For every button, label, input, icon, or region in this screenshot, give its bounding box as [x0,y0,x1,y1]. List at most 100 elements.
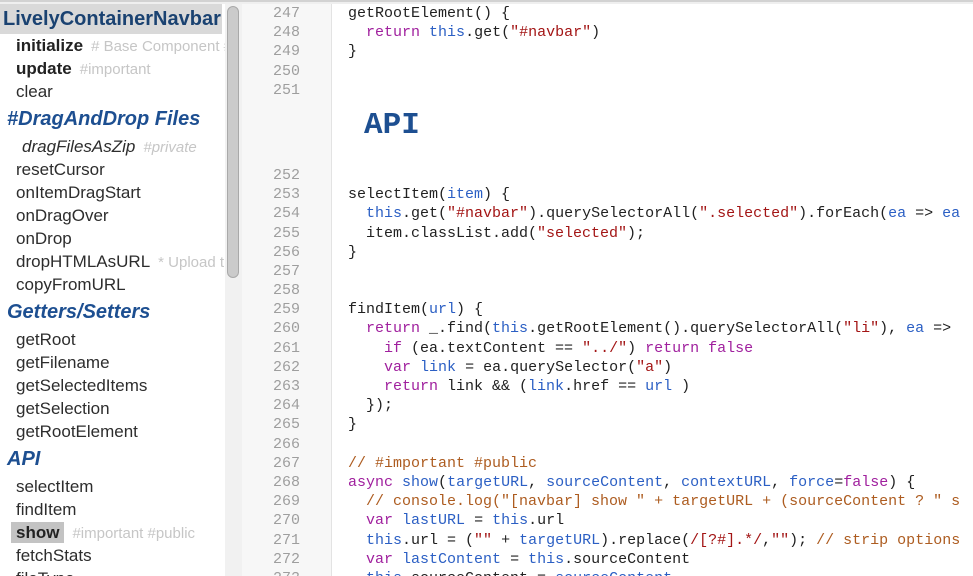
code-line[interactable]: return this.get("#navbar") [332,23,973,42]
outline-item-show[interactable]: show#important #public [0,521,225,544]
code-text: return link && (link.href == url ) [348,377,973,396]
outline-item-copyfromurl[interactable]: copyFromURL [0,273,225,296]
line-number: 269 [242,492,332,511]
outline-item-getselection[interactable]: getSelection [0,397,225,420]
code-line[interactable]: // console.log("[navbar] show " + target… [332,492,973,511]
code-line[interactable]: async show(targetURL, sourceContent, con… [332,473,973,492]
code-line[interactable]: item.classList.add("selected"); [332,224,973,243]
outline-section-getters-setters[interactable]: Getters/Setters [0,296,225,328]
item-label: getRootElement [16,422,138,441]
code-line[interactable]: } [332,42,973,61]
outline-item-onitemdragstart[interactable]: onItemDragStart [0,181,225,204]
line-number: 272 [242,550,332,569]
outline-item-clear[interactable]: clear [0,80,225,103]
code-line[interactable]: }); [332,396,973,415]
code-line[interactable]: this.url = ("" + targetURL).replace(/[?#… [332,531,973,550]
code-editor-pane[interactable]: 247getRootElement() {248 return this.get… [242,0,973,576]
outline-item-getselecteditems[interactable]: getSelectedItems [0,374,225,397]
code-row: 250 [242,62,973,81]
code-line[interactable]: var link = ea.querySelector("a") [332,358,973,377]
outline-item-ondragover[interactable]: onDragOver [0,204,225,227]
outline-item-filetype[interactable]: fileType [0,567,225,576]
item-label: resetCursor [16,160,105,179]
code-row: 260 return _.find(this.getRootElement().… [242,319,973,338]
line-number: 260 [242,319,332,338]
line-number: 268 [242,473,332,492]
code-line[interactable] [332,262,973,281]
code-text: this.url = ("" + targetURL).replace(/[?#… [348,531,973,550]
outline-section-api[interactable]: API [0,443,225,475]
outline-item-fetchstats[interactable]: fetchStats [0,544,225,567]
code-text: selectItem(item) { [348,185,973,204]
line-number: 257 [242,262,332,281]
code-row: 267// #important #public [242,454,973,473]
code-line[interactable]: findItem(url) { [332,300,973,319]
outline-item-getroot[interactable]: getRoot [0,328,225,351]
code-line[interactable]: return link && (link.href == url ) [332,377,973,396]
outline-item-finditem[interactable]: findItem [0,498,225,521]
code-row: 272 var lastContent = this.sourceContent [242,550,973,569]
item-label: API [7,448,40,470]
code-line[interactable]: if (ea.textContent == "../") return fals… [332,339,973,358]
code-line[interactable]: var lastURL = this.url [332,511,973,530]
code-row: 266 [242,435,973,454]
item-label: getFilename [16,353,110,372]
outline-item-list: initialize# Base Component #imupdate#imp… [0,34,225,576]
code-line[interactable] [332,435,973,454]
outline-item-getfilename[interactable]: getFilename [0,351,225,374]
item-label: fetchStats [16,546,92,565]
outline-item-getrootelement[interactable]: getRootElement [0,420,225,443]
outline-item-drophtmlasurl[interactable]: dropHTMLAsURL* Upload the [0,250,225,273]
code-line[interactable]: this.sourceContent = sourceContent [332,569,973,576]
item-tag: #private [143,139,196,156]
outline-item-ondrop[interactable]: onDrop [0,227,225,250]
code-row: 247getRootElement() { [242,4,973,23]
code-line[interactable]: this.get("#navbar").querySelectorAll(".s… [332,204,973,223]
sidebar-scrollbar-thumb[interactable] [227,6,239,278]
code-line[interactable] [332,166,973,185]
code-line[interactable] [332,81,973,100]
code-text: this.get("#navbar").querySelectorAll(".s… [348,204,973,223]
item-label: dragFilesAsZip [22,137,135,156]
code-line[interactable]: // #important #public [332,454,973,473]
code-text: this.sourceContent = sourceContent [348,569,973,576]
outline-item-update[interactable]: update#important [0,57,225,80]
line-number: 250 [242,62,332,81]
line-number: 254 [242,204,332,223]
class-title[interactable]: LivelyContainerNavbar [0,4,222,34]
code-row: 263 return link && (link.href == url ) [242,377,973,396]
sidebar-scrollbar-track[interactable] [225,4,242,576]
item-label: copyFromURL [16,275,126,294]
outline-item-selectitem[interactable]: selectItem [0,475,225,498]
code-line[interactable]: getRootElement() { [332,4,973,23]
line-number: 253 [242,185,332,204]
code-text: // console.log("[navbar] show " + target… [348,492,973,511]
code-line[interactable] [332,62,973,81]
code-section-heading[interactable]: API [332,100,973,166]
code-line[interactable]: } [332,243,973,262]
outline-item-dragfilesaszip[interactable]: dragFilesAsZip #private [0,135,225,158]
code-line[interactable]: return _.find(this.getRootElement().quer… [332,319,973,338]
line-number: 251 [242,81,332,100]
code-line[interactable] [332,281,973,300]
line-number: 273 [242,569,332,576]
code-text: findItem(url) { [348,300,973,319]
code-row: 264 }); [242,396,973,415]
outline-item-resetcursor[interactable]: resetCursor [0,158,225,181]
outline-item-initialize[interactable]: initialize# Base Component #im [0,34,225,57]
code-row: 252 [242,166,973,185]
item-label: onItemDragStart [16,183,141,202]
code-row: 251 [242,81,973,100]
code-row: 257 [242,262,973,281]
item-label: selectItem [16,477,93,496]
line-number: 264 [242,396,332,415]
line-number: 256 [242,243,332,262]
code-line[interactable]: var lastContent = this.sourceContent [332,550,973,569]
code-line[interactable]: } [332,415,973,434]
line-number: 262 [242,358,332,377]
code-text: return this.get("#navbar") [348,23,973,42]
outline-section--draganddrop-files[interactable]: #DragAndDrop Files [0,103,225,135]
code-text: return _.find(this.getRootElement().quer… [348,319,973,338]
code-line[interactable]: selectItem(item) { [332,185,973,204]
line-number: 267 [242,454,332,473]
